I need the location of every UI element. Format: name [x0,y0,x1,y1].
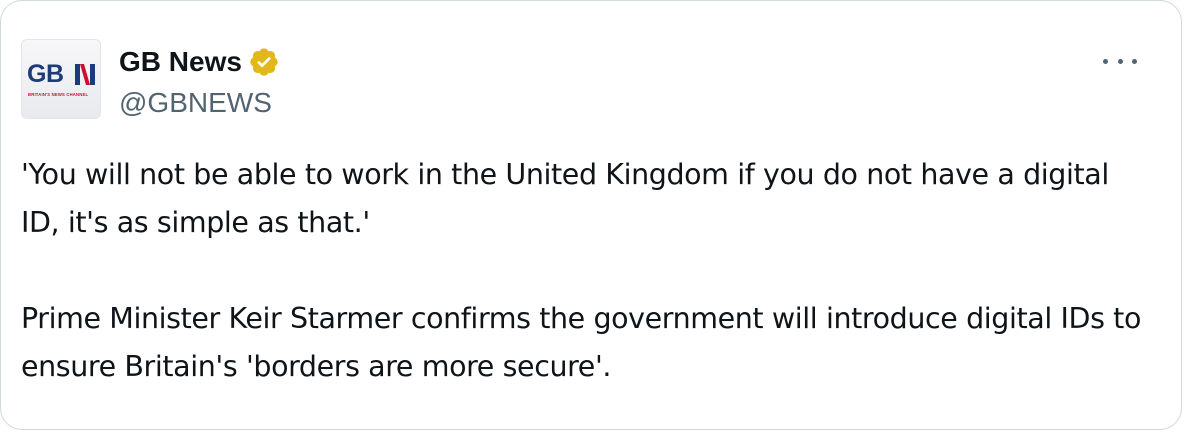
tweet-header: GB BRITAIN'S NEWS CHANNEL GB News @GBNEW… [21,39,280,119]
name-row: GB News [119,45,280,79]
author-names: GB News @GBNEWS [119,45,280,119]
display-name[interactable]: GB News [119,46,242,78]
tweet-paragraph-summary: Prime Minister Keir Starmer confirms the… [21,302,1141,383]
handle[interactable]: @GBNEWS [119,87,280,119]
tweet-card: GB BRITAIN'S NEWS CHANNEL GB News @GBNEW… [0,0,1182,430]
verified-badge-icon[interactable] [248,46,280,78]
gb-news-logo-icon [75,64,95,85]
dot [1117,58,1123,64]
gb-news-logo-text: GB [27,60,64,88]
avatar[interactable]: GB BRITAIN'S NEWS CHANNEL [21,39,101,119]
more-options-icon[interactable] [1103,49,1137,73]
tweet-text: 'You will not be able to work in the Uni… [21,151,1141,391]
tweet-paragraph-quote: 'You will not be able to work in the Uni… [21,158,1109,239]
dot [1103,58,1108,64]
dot [1132,58,1137,64]
avatar-tagline: BRITAIN'S NEWS CHANNEL [28,92,89,97]
